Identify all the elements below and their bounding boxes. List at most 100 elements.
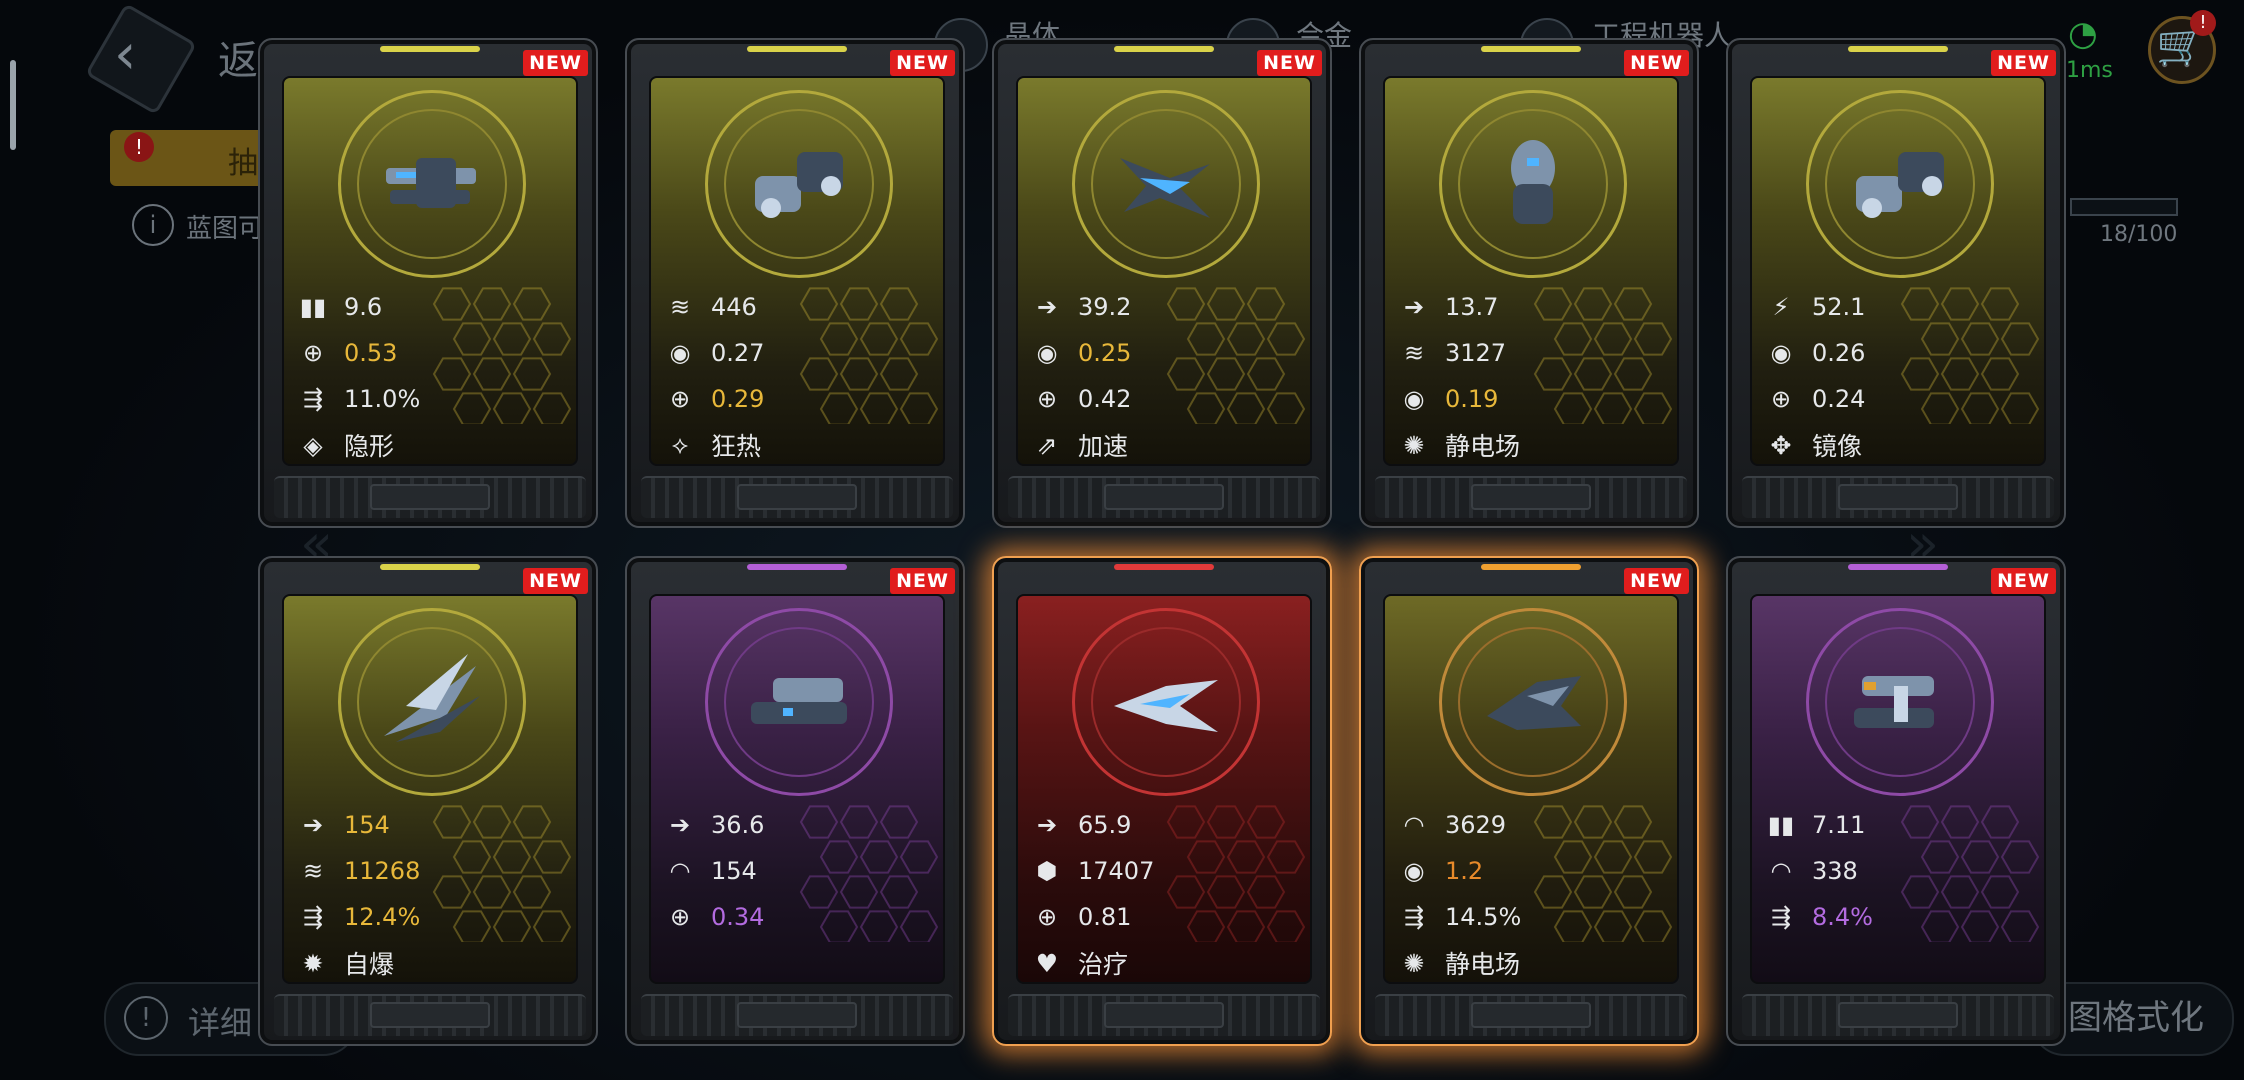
mirror-icon: ✥ (1770, 430, 1792, 460)
missile-icon: ⇶ (302, 903, 324, 931)
self-destruct-icon: ✹ (302, 948, 324, 978)
shield-icon: ◉ (1036, 339, 1058, 367)
ability-row: ♥ 治疗 (1030, 940, 1300, 982)
ping-text: 1ms (2066, 58, 2113, 83)
stat-list: ≋ 446 ◉ 0.27 ⊕ 0.29 ⟡ 狂热 (663, 284, 933, 464)
stat-row: ➔ 65.9 (1030, 802, 1300, 848)
stat-value: 1.2 (1445, 857, 1484, 885)
stat-value: 3629 (1445, 811, 1507, 839)
stat-row: ⇶ 8.4% (1764, 894, 2034, 940)
stat-row: ≋ 446 (663, 284, 933, 330)
stat-value: 36.6 (711, 811, 765, 839)
shop-alert-badge: ! (2190, 10, 2216, 36)
twin-ship-icon (1844, 646, 1956, 758)
arrow-ship-icon (1110, 646, 1222, 758)
stat-list: ◠ 3629 ◉ 1.2 ⇶ 14.5% ✺ 静电场 (1397, 802, 1667, 982)
rarity-bar (1848, 46, 1948, 52)
blueprint-card[interactable]: NEW ≋ 446 ◉ 0.27 ⊕ 0.29 ⟡ 狂热 (625, 38, 965, 528)
card-base-plate (1008, 476, 1320, 518)
frenzy-icon: ⟡ (671, 430, 689, 459)
new-badge: NEW (1991, 568, 2056, 594)
rarity-bar (1114, 564, 1214, 570)
blaster-ship-icon (376, 128, 488, 240)
new-badge: NEW (1624, 568, 1689, 594)
blueprint-card[interactable]: NEW ➔ 154 ≋ 11268 ⇶ 12.4% ✹ 自爆 (258, 556, 598, 1046)
blueprint-card[interactable]: NEW ▮▮ 9.6 ⊕ 0.53 ⇶ 11.0% ◈ 隐形 (258, 38, 598, 528)
card-base-plate (274, 994, 586, 1036)
stat-value: 0.26 (1812, 339, 1866, 367)
stat-row: ◠ 3629 (1397, 802, 1667, 848)
card-face: ➔ 13.7 ≋ 3127 ◉ 0.19 ✺ 静电场 (1383, 76, 1679, 466)
card-face: ➔ 39.2 ◉ 0.25 ⊕ 0.42 ⇗ 加速 (1016, 76, 1312, 466)
spike-ship-icon (376, 646, 488, 758)
stat-value: 154 (711, 857, 757, 885)
stat-value: 0.42 (1078, 385, 1132, 413)
hull-icon: ◠ (1403, 811, 1425, 839)
missile-icon: ⇶ (1770, 903, 1792, 931)
format-label: 图格式化 (2068, 998, 2204, 1038)
stat-row: ◠ 154 (663, 848, 933, 894)
blueprint-card[interactable]: NEW ➔ 39.2 ◉ 0.25 ⊕ 0.42 ⇗ 加速 (992, 38, 1332, 528)
rarity-bar (747, 46, 847, 52)
stat-row: ⇶ 11.0% (296, 376, 566, 422)
ability-row: ⇗ 加速 (1030, 422, 1300, 464)
ability-label: 加速 (1078, 432, 1129, 461)
fighter-ship-icon (1477, 646, 1589, 758)
card-base-plate (1742, 994, 2054, 1036)
stat-row: ➔ 13.7 (1397, 284, 1667, 330)
info-icon[interactable]: i (132, 204, 174, 246)
blueprint-card[interactable]: ➔ 65.9 ⬢ 17407 ⊕ 0.81 ♥ 治疗 (992, 556, 1332, 1046)
new-badge: NEW (890, 50, 955, 76)
blueprint-card[interactable]: NEW ▮▮ 7.11 ◠ 338 ⇶ 8.4% (1726, 556, 2066, 1046)
missile-icon: ⇶ (302, 385, 324, 413)
ability-row: ⟡ 狂热 (663, 422, 933, 464)
blueprint-card[interactable]: NEW ➔ 36.6 ◠ 154 ⊕ 0.34 (625, 556, 965, 1046)
wifi-icon: ◔ (2068, 14, 2098, 54)
stat-value: 39.2 (1078, 293, 1132, 321)
boost-icon: ⇗ (1036, 430, 1058, 460)
card-face: ➔ 65.9 ⬢ 17407 ⊕ 0.81 ♥ 治疗 (1016, 594, 1312, 984)
progress-text: 18/100 (2100, 222, 2178, 247)
new-badge: NEW (1624, 50, 1689, 76)
speed-icon: ➔ (1036, 293, 1058, 321)
speed-icon: ➔ (302, 811, 324, 839)
stat-value: 17407 (1078, 857, 1155, 885)
static-field-icon: ✺ (1403, 948, 1425, 978)
crosshair-icon: ⊕ (1036, 385, 1058, 413)
blueprint-card[interactable]: NEW ⚡ 52.1 ◉ 0.26 ⊕ 0.24 ✥ 镜像 (1726, 38, 2066, 528)
static-field-icon: ✺ (1403, 430, 1425, 460)
shield-icon: ◉ (669, 339, 691, 367)
stat-row: ◉ 0.19 (1397, 376, 1667, 422)
stat-row: ⊕ 0.81 (1030, 894, 1300, 940)
card-base-plate (641, 476, 953, 518)
hull-icon: ◠ (669, 857, 691, 885)
new-badge: NEW (523, 568, 588, 594)
stat-value: 8.4% (1812, 903, 1873, 931)
blueprint-card[interactable]: NEW ◠ 3629 ◉ 1.2 ⇶ 14.5% ✺ 静电场 (1359, 556, 1699, 1046)
stat-list: ⚡ 52.1 ◉ 0.26 ⊕ 0.24 ✥ 镜像 (1764, 284, 2034, 464)
back-label: 返 (218, 38, 258, 84)
ammo-icon: ▮▮ (299, 293, 327, 321)
ability-row: ✺ 静电场 (1397, 940, 1667, 982)
card-base-plate (1375, 476, 1687, 518)
card-face: ➔ 154 ≋ 11268 ⇶ 12.4% ✹ 自爆 (282, 594, 578, 984)
stat-value: 154 (344, 811, 390, 839)
shield-icon: ◉ (1403, 857, 1425, 885)
crosshair-icon: ⊕ (669, 903, 691, 931)
stat-list: ➔ 36.6 ◠ 154 ⊕ 0.34 (663, 802, 933, 940)
new-badge: NEW (1257, 50, 1322, 76)
rarity-bar (747, 564, 847, 570)
speed-icon: ➔ (1036, 811, 1058, 839)
claw-ship-icon (1110, 128, 1222, 240)
speed-icon: ➔ (669, 811, 691, 839)
stat-row: ➔ 36.6 (663, 802, 933, 848)
stat-row: ⊕ 0.34 (663, 894, 933, 940)
detail-label: 详细 (188, 1004, 253, 1042)
ability-label: 静电场 (1445, 432, 1521, 461)
stat-row: ⊕ 0.42 (1030, 376, 1300, 422)
blueprint-card[interactable]: NEW ➔ 13.7 ≋ 3127 ◉ 0.19 ✺ 静电场 (1359, 38, 1699, 528)
stat-row: ⊕ 0.29 (663, 376, 933, 422)
ammo-icon: ▮▮ (1767, 811, 1795, 839)
armor-icon: ≋ (302, 857, 324, 885)
stat-row: ⚡ 52.1 (1764, 284, 2034, 330)
